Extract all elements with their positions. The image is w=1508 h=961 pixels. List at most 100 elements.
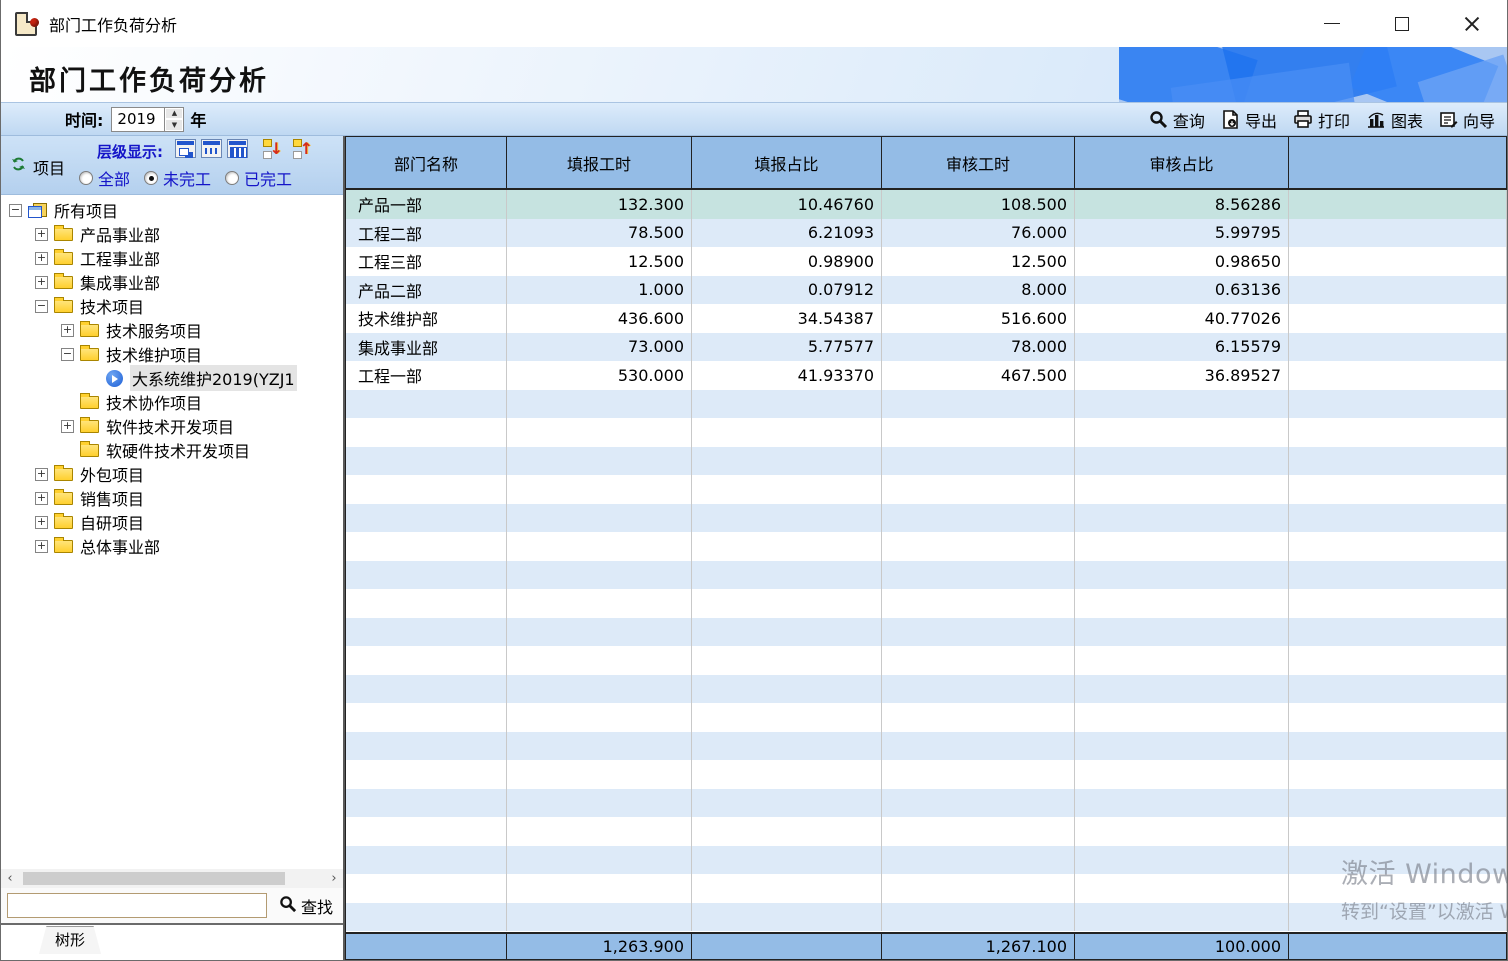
tree-item[interactable]: +工程事业部 <box>1 246 343 270</box>
table-cell <box>1289 846 1507 875</box>
table-empty-row[interactable] <box>346 789 1507 818</box>
table-empty-row[interactable] <box>346 874 1507 903</box>
table-row[interactable]: 技术维护部436.60034.54387516.60040.77026 <box>346 304 1507 333</box>
view-mode-list-icon[interactable] <box>201 139 222 158</box>
scrollbar-thumb[interactable] <box>23 872 285 885</box>
tree-item[interactable]: −技术项目 <box>1 294 343 318</box>
sort-ascending-icon[interactable]: ↑ <box>293 139 315 159</box>
table-empty-row[interactable] <box>346 447 1507 476</box>
maximize-button[interactable] <box>1367 0 1437 47</box>
table-cell <box>1075 874 1289 903</box>
table-cell <box>1289 247 1507 276</box>
tree-item[interactable]: +产品事业部 <box>1 222 343 246</box>
table-cell <box>692 532 882 561</box>
expand-icon[interactable]: + <box>35 252 48 265</box>
minimize-button[interactable] <box>1297 0 1367 47</box>
year-down-button[interactable]: ▼ <box>165 119 183 131</box>
table-cell <box>1289 561 1507 590</box>
close-button[interactable] <box>1437 0 1507 47</box>
tree-item[interactable]: −所有项目 <box>1 198 343 222</box>
table-empty-row[interactable] <box>346 390 1507 419</box>
collapse-icon[interactable]: − <box>61 348 74 361</box>
table-empty-row[interactable] <box>346 646 1507 675</box>
radio-全部[interactable]: 全部 <box>79 166 130 190</box>
year-input[interactable] <box>112 108 164 131</box>
expand-icon[interactable]: + <box>35 468 48 481</box>
tree-item[interactable]: +外包项目 <box>1 462 343 486</box>
expand-icon[interactable]: + <box>61 324 74 337</box>
table-cell <box>507 390 692 419</box>
folder-icon <box>54 492 73 505</box>
table-empty-row[interactable] <box>346 903 1507 932</box>
expand-icon[interactable]: + <box>35 492 48 505</box>
table-empty-row[interactable] <box>346 418 1507 447</box>
scroll-left-icon[interactable]: ‹ <box>1 870 19 887</box>
table-empty-row[interactable] <box>346 846 1507 875</box>
level-display-label: 层级显示: <box>97 141 163 162</box>
tree-item[interactable]: −技术维护项目 <box>1 342 343 366</box>
column-header[interactable]: 审核工时 <box>882 137 1075 188</box>
tree-item[interactable]: +集成事业部 <box>1 270 343 294</box>
expand-icon[interactable]: + <box>35 276 48 289</box>
table-row[interactable]: 集成事业部73.0005.7757778.0006.15579 <box>346 333 1507 362</box>
tree-horizontal-scrollbar[interactable]: ‹ › <box>1 869 343 888</box>
expand-icon[interactable]: + <box>35 516 48 529</box>
view-mode-large-icon[interactable] <box>175 139 196 158</box>
query-button[interactable]: 查询 <box>1143 105 1211 135</box>
table-empty-row[interactable] <box>346 504 1507 533</box>
table-empty-row[interactable] <box>346 589 1507 618</box>
table-empty-row[interactable] <box>346 817 1507 846</box>
wizard-button[interactable]: 向导 <box>1433 105 1501 135</box>
chart-button[interactable]: 图表 <box>1360 105 1429 135</box>
tree-item[interactable]: + 总体事业部 <box>1 534 343 558</box>
table-cell: 工程一部 <box>346 361 507 390</box>
tree-item[interactable]: +自研项目 <box>1 510 343 534</box>
table-cell: 467.500 <box>882 361 1075 390</box>
year-up-button[interactable]: ▲ <box>165 108 183 120</box>
radio-未完工[interactable]: 未完工 <box>144 166 211 190</box>
column-header[interactable]: 部门名称 <box>346 137 507 188</box>
tree-item[interactable]: +技术服务项目 <box>1 318 343 342</box>
scroll-right-icon[interactable]: › <box>325 870 343 887</box>
table-row[interactable]: 产品一部132.30010.46760108.5008.56286 <box>346 190 1507 219</box>
table-empty-row[interactable] <box>346 475 1507 504</box>
table-cell: 5.77577 <box>692 333 882 362</box>
column-header[interactable]: 审核占比 <box>1075 137 1289 188</box>
expand-icon[interactable]: + <box>35 228 48 241</box>
column-header[interactable] <box>1289 137 1507 188</box>
collapse-icon[interactable]: − <box>35 300 48 313</box>
tree-item[interactable]: 技术协作项目 <box>1 390 343 414</box>
tree-search-button[interactable]: 查找 <box>275 892 337 920</box>
expand-icon[interactable]: + <box>61 420 74 433</box>
table-empty-row[interactable] <box>346 561 1507 590</box>
radio-circle-icon <box>225 171 239 185</box>
table-row[interactable]: 产品二部1.0000.079128.0000.63136 <box>346 276 1507 305</box>
expand-icon[interactable]: + <box>35 540 48 553</box>
column-header[interactable]: 填报占比 <box>692 137 882 188</box>
table-row[interactable]: 工程二部78.5006.2109376.0005.99795 <box>346 219 1507 248</box>
view-mode-detail-icon[interactable] <box>227 139 248 158</box>
table-row[interactable]: 工程一部530.00041.93370467.50036.89527 <box>346 361 1507 390</box>
table-empty-row[interactable] <box>346 532 1507 561</box>
radio-已完工[interactable]: 已完工 <box>225 166 292 190</box>
sort-descending-icon[interactable]: ↓ <box>263 139 285 159</box>
table-row[interactable]: 工程三部12.5000.9890012.5000.98650 <box>346 247 1507 276</box>
refresh-icon[interactable] <box>11 156 26 176</box>
tree-item[interactable]: 大系统维护2019(YZJ1 <box>1 366 343 390</box>
tree-item[interactable]: 软硬件技术开发项目 <box>1 438 343 462</box>
export-button[interactable]: 导出 <box>1215 105 1283 135</box>
table-cell <box>346 447 507 476</box>
tree-item[interactable]: +软件技术开发项目 <box>1 414 343 438</box>
tree-item-label: 总体事业部 <box>80 534 160 558</box>
tree-item[interactable]: +销售项目 <box>1 486 343 510</box>
table-empty-row[interactable] <box>346 760 1507 789</box>
collapse-icon[interactable]: − <box>9 204 22 217</box>
print-button[interactable]: 打印 <box>1287 105 1356 135</box>
table-empty-row[interactable] <box>346 618 1507 647</box>
table-empty-row[interactable] <box>346 675 1507 704</box>
tab-tree-view[interactable]: 树形 <box>39 926 101 954</box>
tree-search-input[interactable] <box>7 893 267 918</box>
column-header[interactable]: 填报工时 <box>507 137 692 188</box>
table-empty-row[interactable] <box>346 732 1507 761</box>
table-empty-row[interactable] <box>346 703 1507 732</box>
